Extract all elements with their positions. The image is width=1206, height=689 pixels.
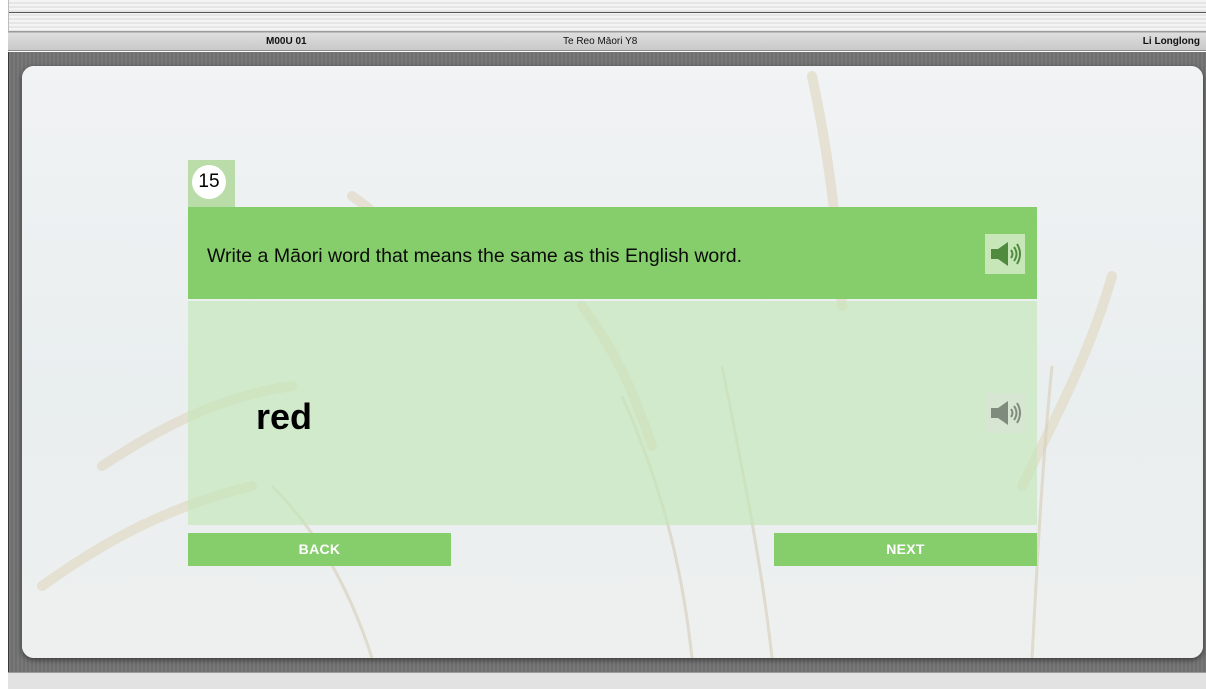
unit-code: M00U 01 (266, 36, 307, 47)
header-bar: M00U 01 Te Reo Māori Y8 Li Longlong (8, 32, 1206, 51)
next-button[interactable]: NEXT (774, 533, 1037, 566)
english-word: red (256, 396, 313, 437)
play-word-audio-button[interactable] (985, 393, 1025, 433)
speaker-icon (991, 242, 1021, 266)
question-number: 15 (192, 165, 226, 199)
user-name: Li Longlong (1142, 36, 1200, 47)
question-prompt: Write a Māori word that means the same a… (207, 245, 743, 267)
window-bottom-strip (8, 672, 1206, 689)
course-title: Te Reo Māori Y8 (563, 36, 638, 47)
back-button[interactable]: BACK (188, 533, 451, 566)
prompt-bar: Write a Māori word that means the same a… (188, 207, 1037, 299)
window-top-divider (9, 12, 1206, 13)
speaker-icon (991, 401, 1021, 425)
play-prompt-audio-button[interactable] (985, 234, 1025, 274)
word-area: red (188, 301, 1037, 525)
window-top-strip (8, 0, 1206, 32)
question-card: 15 Write a Māori word that means the sam… (22, 66, 1203, 658)
question-number-tab: 15 (188, 160, 235, 207)
